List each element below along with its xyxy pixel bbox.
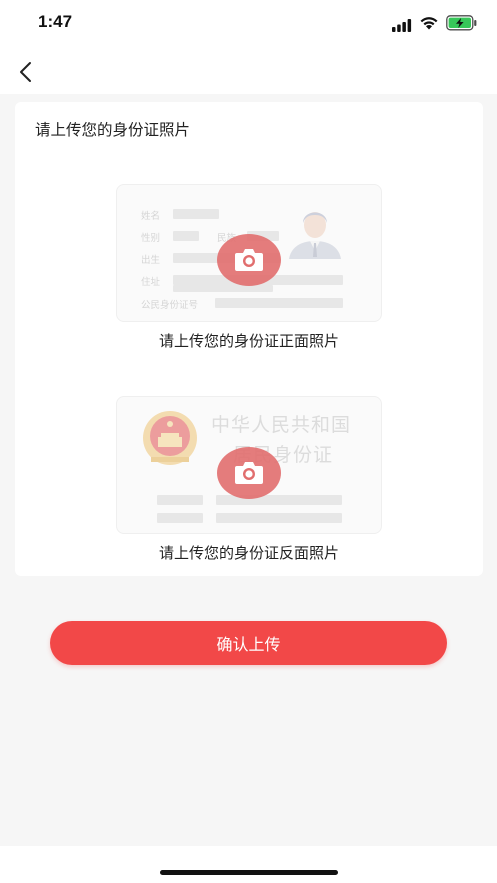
front-caption: 请上传您的身份证正面照片	[158, 332, 339, 350]
id-back-upload[interactable]: 中华人民共和国 居民身份证	[116, 396, 382, 534]
field-placeholder-bar	[157, 495, 203, 505]
confirm-upload-button[interactable]: 确认上传	[50, 621, 447, 665]
id-back-title-line1: 中华人民共和国	[211, 414, 352, 436]
field-label: 姓名	[141, 211, 161, 222]
camera-icon	[217, 234, 281, 286]
national-emblem-icon	[143, 411, 197, 465]
wifi-icon	[419, 15, 439, 34]
field-placeholder-bar	[215, 298, 343, 308]
portrait-icon	[285, 203, 345, 259]
field-label: 性别	[141, 233, 161, 244]
field-label: 公民身份证号	[141, 300, 199, 311]
back-button[interactable]	[12, 57, 42, 87]
bottom-safe-area	[0, 846, 497, 883]
status-bar: 1:47	[0, 0, 497, 48]
id-front-upload[interactable]: 姓名 性别 民族 出生 住址 公民身份证号	[116, 184, 382, 322]
field-placeholder-bar	[216, 513, 342, 523]
battery-charging-icon	[446, 15, 478, 35]
home-indicator[interactable]	[160, 870, 338, 875]
back-caption: 请上传您的身份证反面照片	[158, 544, 339, 562]
field-label: 住址	[141, 277, 161, 288]
card-title: 请上传您的身份证照片	[35, 121, 191, 139]
status-time: 1:47	[38, 12, 73, 31]
field-placeholder-bar	[173, 285, 273, 292]
signal-icon	[392, 17, 412, 36]
upload-card: 请上传您的身份证照片 姓名 性别 民族 出生 住址 公民身份证号 请上传您的身份…	[15, 102, 483, 576]
field-placeholder-bar	[173, 209, 219, 219]
field-placeholder-bar	[173, 231, 199, 241]
field-label: 出生	[141, 255, 161, 266]
nav-bar	[0, 48, 497, 94]
chevron-left-icon	[20, 62, 31, 82]
camera-icon	[217, 447, 281, 499]
field-placeholder-bar	[157, 513, 203, 523]
